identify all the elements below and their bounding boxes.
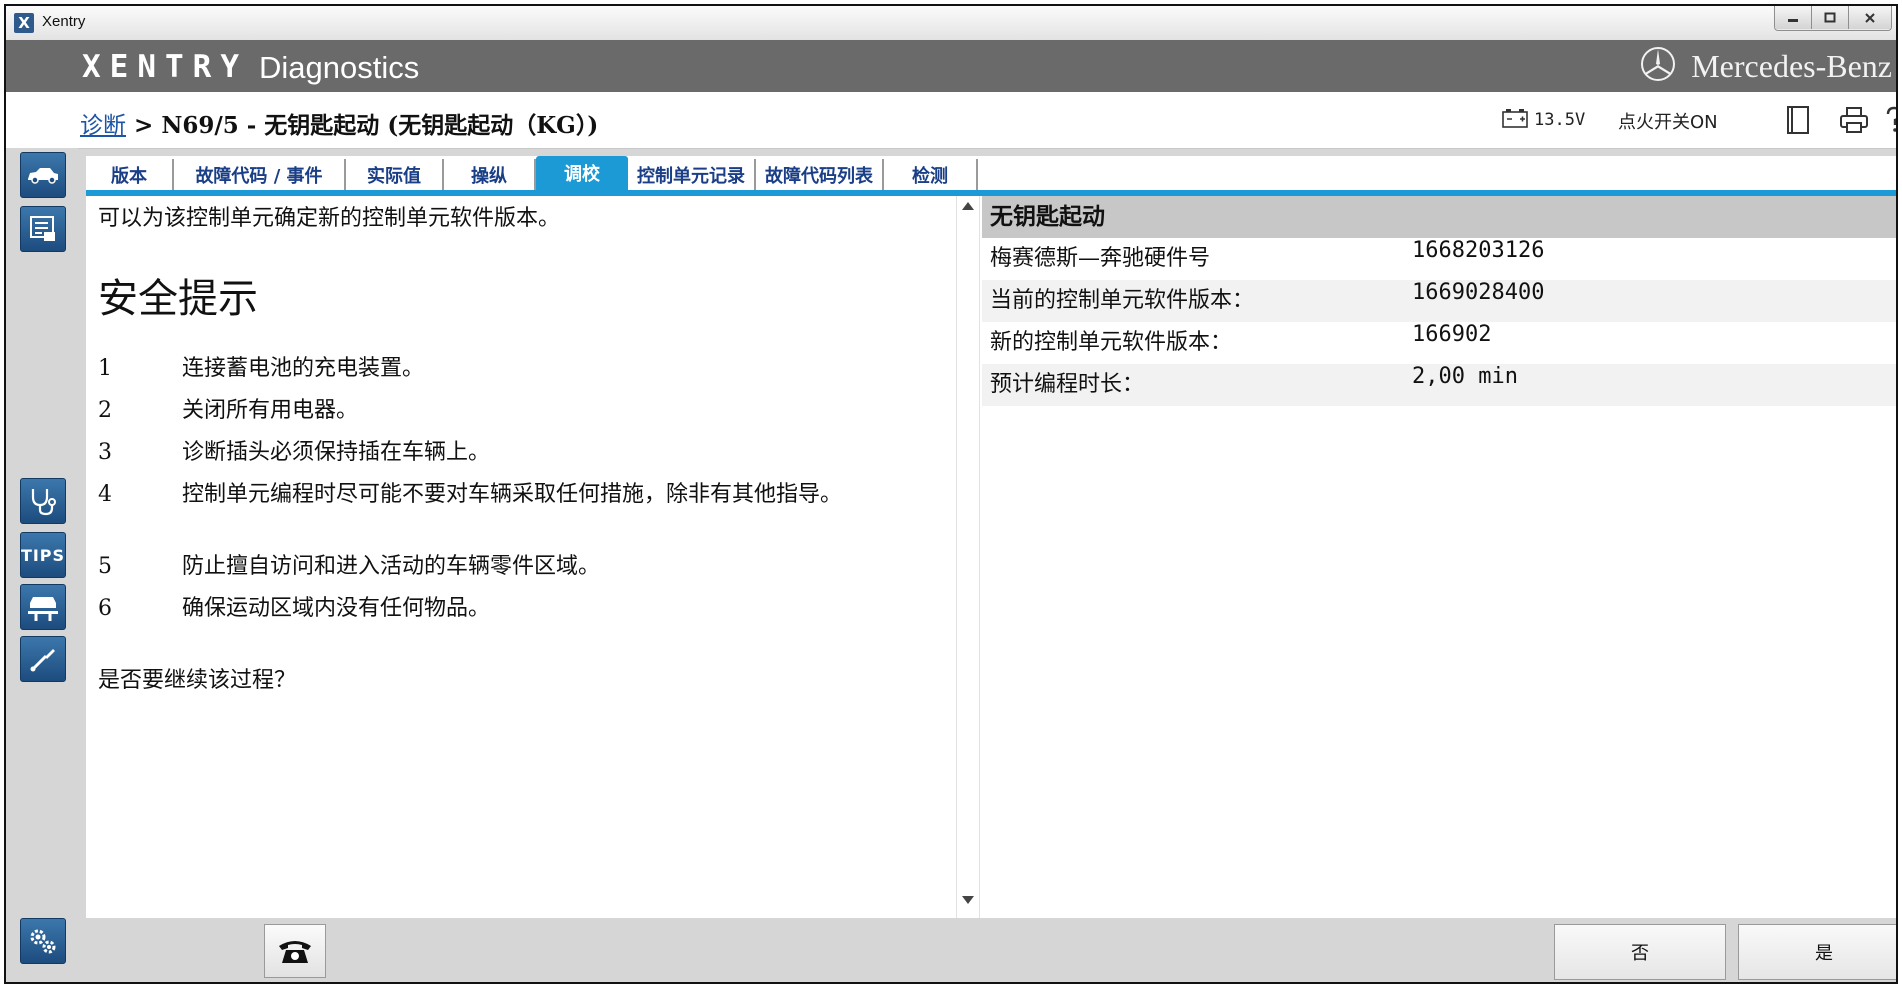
support-call-button[interactable] [264,924,326,978]
sidebar-vehicle-button[interactable] [20,152,66,198]
step-number: 2 [98,398,112,423]
mercedes-star-icon [1641,47,1675,81]
tab-actuations[interactable]: 操纵 [444,159,536,190]
close-button[interactable] [1849,6,1891,29]
tab-test[interactable]: 检测 [884,159,978,190]
window-title: Xentry [42,13,86,30]
maximize-button[interactable] [1812,6,1849,29]
sidebar-diagnosis-button[interactable] [20,478,66,524]
stethoscope-icon [31,489,56,516]
instructions-pane: 可以为该控制单元确定新的控制单元软件版本。 安全提示 1 连接蓄电池的充电装置。 … [86,196,956,918]
step-text: 确保运动区域内没有任何物品。 [182,596,491,621]
close-icon [1865,12,1875,23]
window-controls [1774,6,1892,31]
sidebar: TIPS [6,148,78,982]
tips-label: TIPS [20,545,66,565]
battery-icon [1502,109,1528,128]
step-text: 关闭所有用电器。 [182,398,359,423]
settings-button[interactable] [20,918,66,964]
info-label: 预计编程时长： [990,372,1145,397]
no-button[interactable]: 否 [1554,924,1726,980]
info-label: 梅赛德斯—奔驰硬件号 [990,246,1211,271]
info-row: 梅赛德斯—奔驰硬件号 1668203126 [982,238,1896,280]
scroll-down-arrow-icon[interactable] [962,896,974,904]
app-icon: X [14,13,34,33]
info-label: 当前的控制单元软件版本： [990,288,1255,313]
safety-step: 3 诊断插头必须保持插在车辆上。 [98,434,490,466]
info-label: 新的控制单元软件版本： [990,330,1233,355]
screwdriver-icon [30,649,55,672]
safety-step: 2 关闭所有用电器。 [98,392,358,424]
minimize-button[interactable] [1775,6,1812,29]
step-text: 控制单元编程时尽可能不要对车辆采取任何措施，除非有其他指导。 [182,482,843,507]
tab-fault-codes[interactable]: 故障代码 / 事件 [174,159,346,190]
breadcrumb-diagnosis-link[interactable]: 诊断 [80,113,126,139]
car-icon [28,168,58,184]
notebook-icon[interactable] [1782,104,1814,136]
breadcrumb-separator: > [134,112,154,139]
status-bar: 诊断 > N69/5 - 无钥匙起动 (无钥匙起动（KG）) 13.5V 点火开… [6,92,1896,149]
confirm-question: 是否要继续该过程？ [98,668,297,693]
tab-bar: 版本 故障代码 / 事件 实际值 操纵 调校 控制单元记录 故障代码列表 检测 [86,156,1896,196]
tab-adaptations[interactable]: 调校 [536,156,628,190]
maker-name: Mercedes-Benz [1691,48,1892,84]
safety-title: 安全提示 [98,276,258,322]
maximize-icon [1824,12,1836,23]
vertical-scrollbar[interactable] [956,196,980,918]
tab-control-unit-log[interactable]: 控制单元记录 [628,159,756,190]
battery-voltage: 13.5V [1534,110,1586,130]
safety-step: 1 连接蓄电池的充电装置。 [98,350,424,382]
step-number: 6 [98,596,112,621]
tab-actual-values[interactable]: 实际值 [346,159,444,190]
intro-text: 可以为该控制单元确定新的控制单元软件版本。 [98,206,561,231]
yes-button[interactable]: 是 [1738,924,1896,980]
bottom-bar: 否 是 [86,918,1896,982]
step-text: 诊断插头必须保持插在车辆上。 [182,440,491,465]
brand-header: XENTRY Diagnostics Mercedes-Benz [6,40,1896,92]
step-text: 连接蓄电池的充电装置。 [182,356,425,381]
product-name: Diagnostics [259,50,420,85]
info-value: 1668203126 [1412,238,1545,263]
info-row: 预计编程时长： 2,00 min [982,364,1896,406]
info-header: 无钥匙起动 [982,196,1896,238]
xentry-window: X Xentry XENTRY Diagnostics Mercedes-Ben… [4,4,1898,984]
step-number: 3 [98,440,112,465]
info-value: 2,00 min [1412,364,1518,389]
telephone-icon [279,941,311,963]
printer-icon[interactable] [1838,104,1870,136]
scroll-up-arrow-icon[interactable] [962,202,974,210]
safety-step: 5 防止擅自访问和进入活动的车辆零件区域。 [98,548,600,580]
info-row: 新的控制单元软件版本： 166902 [982,322,1896,364]
sidebar-workshop-button[interactable] [20,206,66,252]
safety-step: 6 确保运动区域内没有任何物品。 [98,590,490,622]
info-row: 当前的控制单元软件版本： 1669028400 [982,280,1896,322]
tab-version[interactable]: 版本 [86,159,174,190]
tab-fault-code-list[interactable]: 故障代码列表 [756,159,884,190]
safety-step: 4 控制单元编程时尽可能不要对车辆采取任何措施，除非有其他指导。 [98,476,842,508]
title-bar: X Xentry [6,6,1896,41]
control-unit-info-pane: 无钥匙起动 梅赛德斯—奔驰硬件号 1668203126 当前的控制单元软件版本：… [980,196,1896,918]
sidebar-tips-button[interactable]: TIPS [20,532,66,578]
sidebar-lift-button[interactable] [20,584,66,630]
help-icon[interactable] [1884,104,1898,136]
step-number: 5 [98,554,112,579]
vehicle-lift-icon [28,597,58,621]
ignition-status: 点火开关ON [1618,112,1718,133]
step-text: 防止擅自访问和进入活动的车辆零件区域。 [182,554,601,579]
info-value: 166902 [1412,322,1492,347]
breadcrumb-current: N69/5 - 无钥匙起动 (无钥匙起动（KG）) [161,112,599,139]
xentry-logo: XENTRY [82,49,248,85]
info-value: 1669028400 [1412,280,1545,305]
gears-icon [30,929,56,954]
minimize-icon [1788,18,1798,22]
document-list-icon [30,216,55,241]
breadcrumb: 诊断 > N69/5 - 无钥匙起动 (无钥匙起动（KG）) [80,106,598,140]
step-number: 4 [98,482,112,507]
sidebar-tools-button[interactable] [20,636,66,682]
step-number: 1 [98,356,112,381]
